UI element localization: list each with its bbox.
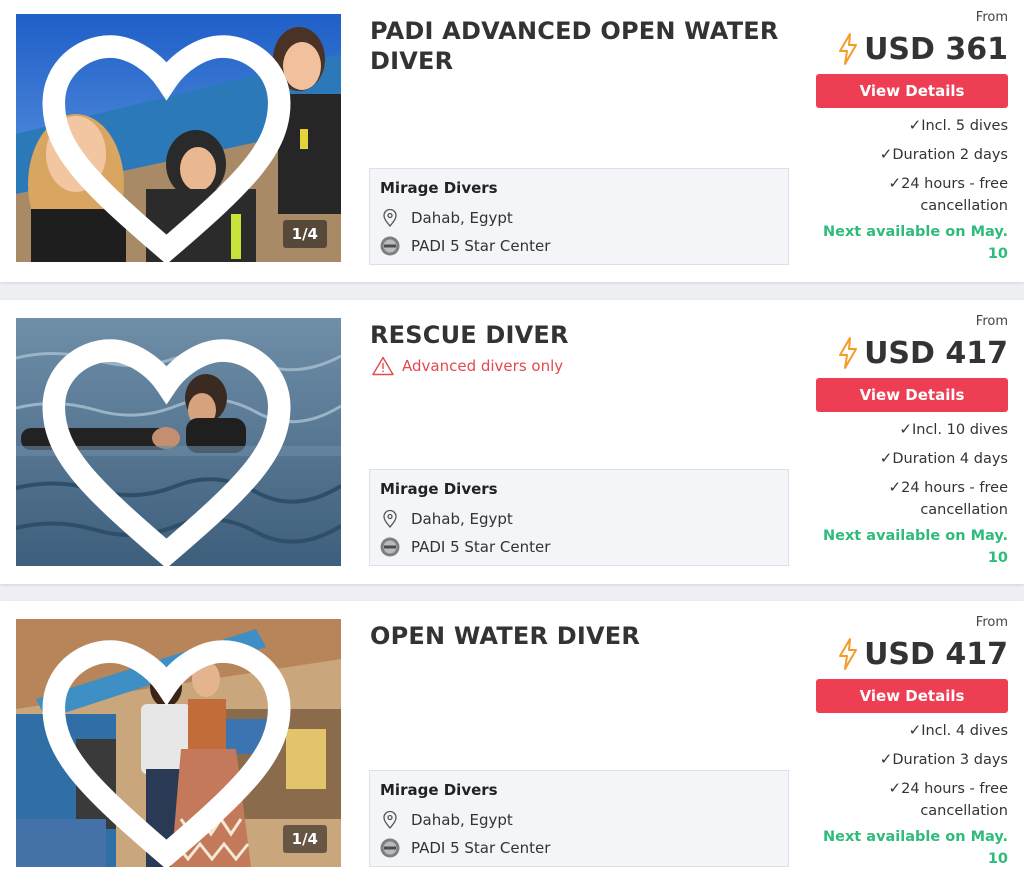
location-text: Dahab, Egypt — [411, 811, 513, 829]
padi-badge-icon — [380, 537, 400, 557]
availability-text: Next available on May. 10 — [822, 224, 1008, 262]
location-pin-icon — [380, 810, 400, 830]
course-title[interactable]: OPEN WATER DIVER — [370, 621, 790, 651]
warning-message: Advanced divers only — [372, 356, 563, 376]
padi-badge-icon — [380, 838, 400, 858]
from-label: From — [975, 615, 1008, 630]
from-label: From — [975, 314, 1008, 329]
course-card: 1/4 PADI ADVANCED OPEN WATER DIVER Mirag… — [0, 0, 1024, 282]
operator-name[interactable]: Mirage Divers — [380, 179, 778, 201]
course-card: RESCUE DIVER Advanced divers only Mirage… — [0, 300, 1024, 584]
location-pin-icon — [380, 208, 400, 228]
feature-dives: ✓Incl. 5 dives — [816, 114, 1008, 137]
operator-rating: PADI 5 Star Center — [380, 235, 778, 257]
rating-text: PADI 5 Star Center — [411, 538, 551, 556]
rating-text: PADI 5 Star Center — [411, 839, 551, 857]
feature-cancellation: ✓24 hours - free cancellation — [816, 777, 1008, 822]
image-counter: 1/4 — [282, 825, 327, 853]
check-icon: ✓ — [888, 478, 902, 496]
check-icon: ✓ — [908, 116, 922, 134]
warning-triangle-icon — [372, 356, 394, 376]
operator-box: Mirage Divers Dahab, Egypt PADI 5 Star C… — [369, 168, 789, 265]
operator-name[interactable]: Mirage Divers — [380, 781, 778, 803]
price-column: From USD 417 View Details ✓Incl. 4 dives… — [816, 615, 1008, 870]
lightning-icon — [839, 33, 858, 65]
price-value: USD 361 — [864, 31, 1008, 67]
view-details-button[interactable]: View Details — [816, 679, 1008, 713]
from-label: From — [975, 10, 1008, 25]
course-card: 1/4 OPEN WATER DIVER Mirage Divers Dahab… — [0, 601, 1024, 884]
course-photo[interactable]: 1/4 — [16, 619, 341, 867]
feature-dives: ✓Incl. 10 dives — [816, 418, 1008, 441]
price-value: USD 417 — [864, 335, 1008, 371]
view-details-button[interactable]: View Details — [816, 74, 1008, 108]
feature-duration: ✓Duration 2 days — [816, 143, 1008, 166]
operator-rating: PADI 5 Star Center — [380, 536, 778, 558]
view-details-button[interactable]: View Details — [816, 378, 1008, 412]
price: USD 417 — [816, 334, 1008, 372]
operator-name[interactable]: Mirage Divers — [380, 480, 778, 502]
course-title[interactable]: PADI ADVANCED OPEN WATER DIVER — [370, 16, 790, 76]
course-photo[interactable] — [16, 318, 341, 566]
operator-location: Dahab, Egypt — [380, 508, 778, 530]
check-icon: ✓ — [879, 449, 893, 467]
feature-dives: ✓Incl. 4 dives — [816, 719, 1008, 742]
operator-box: Mirage Divers Dahab, Egypt PADI 5 Star C… — [369, 770, 789, 867]
feature-duration: ✓Duration 4 days — [816, 447, 1008, 470]
feature-text: Incl. 5 dives — [921, 118, 1008, 134]
price: USD 361 — [816, 30, 1008, 68]
feature-duration: ✓Duration 3 days — [816, 748, 1008, 771]
feature-text: Incl. 4 dives — [921, 723, 1008, 739]
location-pin-icon — [380, 509, 400, 529]
feature-text: 24 hours - free cancellation — [901, 781, 1008, 819]
feature-cancellation: ✓24 hours - free cancellation — [816, 476, 1008, 521]
feature-text: Duration 3 days — [892, 752, 1008, 768]
location-text: Dahab, Egypt — [411, 510, 513, 528]
operator-box: Mirage Divers Dahab, Egypt PADI 5 Star C… — [369, 469, 789, 566]
check-icon: ✓ — [888, 174, 902, 192]
check-icon: ✓ — [908, 721, 922, 739]
price-column: From USD 417 View Details ✓Incl. 10 dive… — [816, 314, 1008, 569]
rating-text: PADI 5 Star Center — [411, 237, 551, 255]
price-column: From USD 361 View Details ✓Incl. 5 dives… — [816, 10, 1008, 265]
check-icon: ✓ — [879, 145, 893, 163]
availability-text: Next available on May. 10 — [822, 528, 1008, 566]
feature-text: 24 hours - free cancellation — [901, 480, 1008, 518]
price-value: USD 417 — [864, 636, 1008, 672]
feature-text: 24 hours - free cancellation — [901, 176, 1008, 214]
course-photo[interactable]: 1/4 — [16, 14, 341, 262]
availability-text: Next available on May. 10 — [822, 829, 1008, 867]
course-title[interactable]: RESCUE DIVER — [370, 320, 790, 350]
course-list: 1/4 PADI ADVANCED OPEN WATER DIVER Mirag… — [0, 0, 1024, 884]
heart-icon[interactable] — [16, 328, 329, 566]
image-counter: 1/4 — [282, 220, 327, 248]
price: USD 417 — [816, 635, 1008, 673]
feature-text: Duration 2 days — [892, 147, 1008, 163]
operator-rating: PADI 5 Star Center — [380, 837, 778, 859]
feature-text: Incl. 10 dives — [911, 422, 1008, 438]
operator-location: Dahab, Egypt — [380, 809, 778, 831]
check-icon: ✓ — [879, 750, 893, 768]
check-icon: ✓ — [888, 779, 902, 797]
padi-badge-icon — [380, 236, 400, 256]
operator-location: Dahab, Egypt — [380, 207, 778, 229]
location-text: Dahab, Egypt — [411, 209, 513, 227]
lightning-icon — [839, 638, 858, 670]
warning-text: Advanced divers only — [402, 357, 564, 375]
check-icon: ✓ — [899, 420, 912, 438]
feature-text: Duration 4 days — [892, 451, 1008, 467]
feature-cancellation: ✓24 hours - free cancellation — [816, 172, 1008, 217]
lightning-icon — [839, 337, 858, 369]
